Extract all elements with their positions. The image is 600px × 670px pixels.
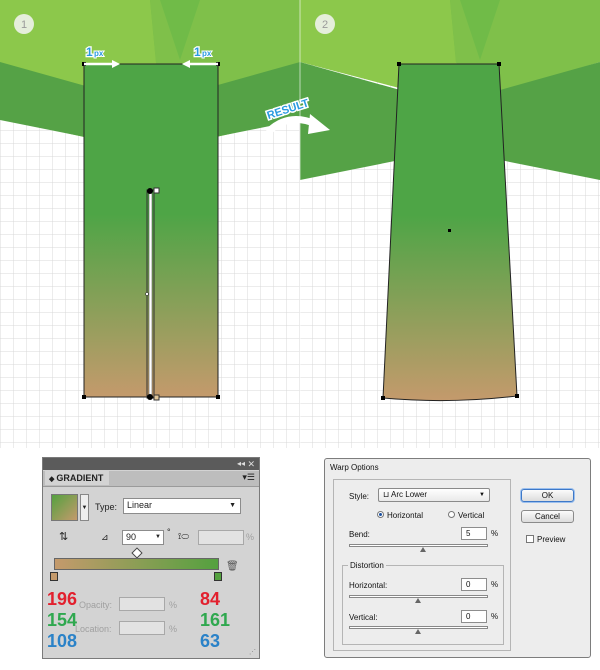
aspect-percent: % [246,532,255,542]
warp-options-dialog: Warp Options Style: ⊔ Arc Lower ▼ Horizo… [324,458,591,658]
distortion-vertical-label: Vertical: [349,613,378,622]
bend-slider-thumb[interactable] [420,547,426,552]
delete-stop-icon[interactable]: 🗑 [226,561,239,572]
distortion-label: Distortion [348,561,386,570]
type-select[interactable]: Linear ▼ [123,498,241,514]
gradient-panel: ◂◂ ✕ ◆ GRADIENT ▾☰ ▼ Type: Linear ▼ ⇅ ⊿ … [42,457,260,659]
reverse-gradient-icon[interactable]: ⇅ [59,530,68,543]
distortion-vertical-thumb[interactable] [415,629,421,634]
opacity-percent: % [169,600,178,610]
aspect-ratio-input[interactable] [198,530,244,545]
distortion-horizontal-percent: % [491,580,499,589]
svg-text:1: 1 [21,19,27,31]
svg-text:1: 1 [86,45,93,59]
right-stop-green: 161 [200,610,231,630]
tab-gradient[interactable]: ◆ GRADIENT [45,471,109,485]
location-input[interactable] [119,621,165,635]
trunk-warped-right [382,63,518,402]
bend-input[interactable]: 5 [461,527,487,540]
location-percent: % [169,624,178,634]
cancel-button[interactable]: Cancel [521,510,574,523]
right-stop-red: 84 [200,589,221,609]
gradient-midpoint-marker[interactable] [131,547,143,559]
svg-text:1: 1 [194,45,201,59]
preview-label: Preview [537,535,566,544]
svg-text:2: 2 [322,19,328,31]
close-icon[interactable]: ✕ [247,458,255,470]
step-badge-1: 1 [14,14,34,34]
degree-symbol: ° [167,527,171,537]
bend-percent: % [491,529,499,538]
distortion-group [342,565,504,645]
distortion-vertical-percent: % [491,612,499,621]
preview-checkbox[interactable] [526,535,534,543]
style-label: Style: [349,492,370,501]
dialog-title: Warp Options [330,463,379,472]
distortion-horizontal-thumb[interactable] [415,598,421,603]
left-stop-blue: 108 [47,631,78,651]
step-badge-2: 2 [315,14,335,34]
tutorial-illustration: 1 px 1 px 1 2 RESULT [0,0,600,448]
left-stop-red: 196 [47,589,78,609]
collapse-icon[interactable]: ◂◂ [237,458,245,470]
angle-input[interactable]: 90 ▼ [122,530,164,545]
angle-dropdown-icon[interactable]: ▼ [155,531,161,544]
gradient-swatch[interactable] [51,494,78,521]
location-label: Location: [75,624,112,634]
opacity-input[interactable] [119,597,165,611]
svg-text:px: px [94,49,104,58]
swatch-dropdown[interactable]: ▼ [80,494,89,521]
type-label: Type: [95,502,118,512]
bend-label: Bend: [349,530,370,539]
horizontal-radio[interactable] [377,511,384,518]
panel-menu-icon[interactable]: ▾☰ [242,472,255,483]
vertical-label: Vertical [458,511,485,520]
radio-dot [379,513,382,516]
left-stop-green: 154 [47,610,78,630]
angle-icon: ⊿ [101,532,109,542]
aspect-ratio-icon: ⟟⬭ [178,531,190,541]
distortion-horizontal-input[interactable]: 0 [461,578,487,591]
svg-text:px: px [202,49,212,58]
gradient-stop-left[interactable] [50,572,58,581]
horizontal-label: Horizontal [387,511,424,520]
gradient-slider-bar[interactable] [54,558,219,570]
bend-slider[interactable] [349,544,488,547]
chevron-down-icon: ▼ [229,502,236,509]
gradient-stop-right[interactable] [214,572,222,581]
vertical-radio[interactable] [448,511,455,518]
distortion-horizontal-label: Horizontal: [349,581,388,590]
panel-titlebar[interactable]: ◂◂ ✕ [43,458,259,470]
chevron-down-icon: ▼ [479,492,485,498]
resize-grip-icon[interactable]: ⋰ [249,648,256,656]
style-select[interactable]: ⊔ Arc Lower ▼ [378,488,490,502]
arc-lower-icon: ⊔ [383,490,392,499]
ok-button[interactable]: OK [521,489,574,502]
distortion-vertical-input[interactable]: 0 [461,610,487,623]
right-stop-blue: 63 [200,631,221,651]
opacity-label: Opacity: [79,600,113,610]
